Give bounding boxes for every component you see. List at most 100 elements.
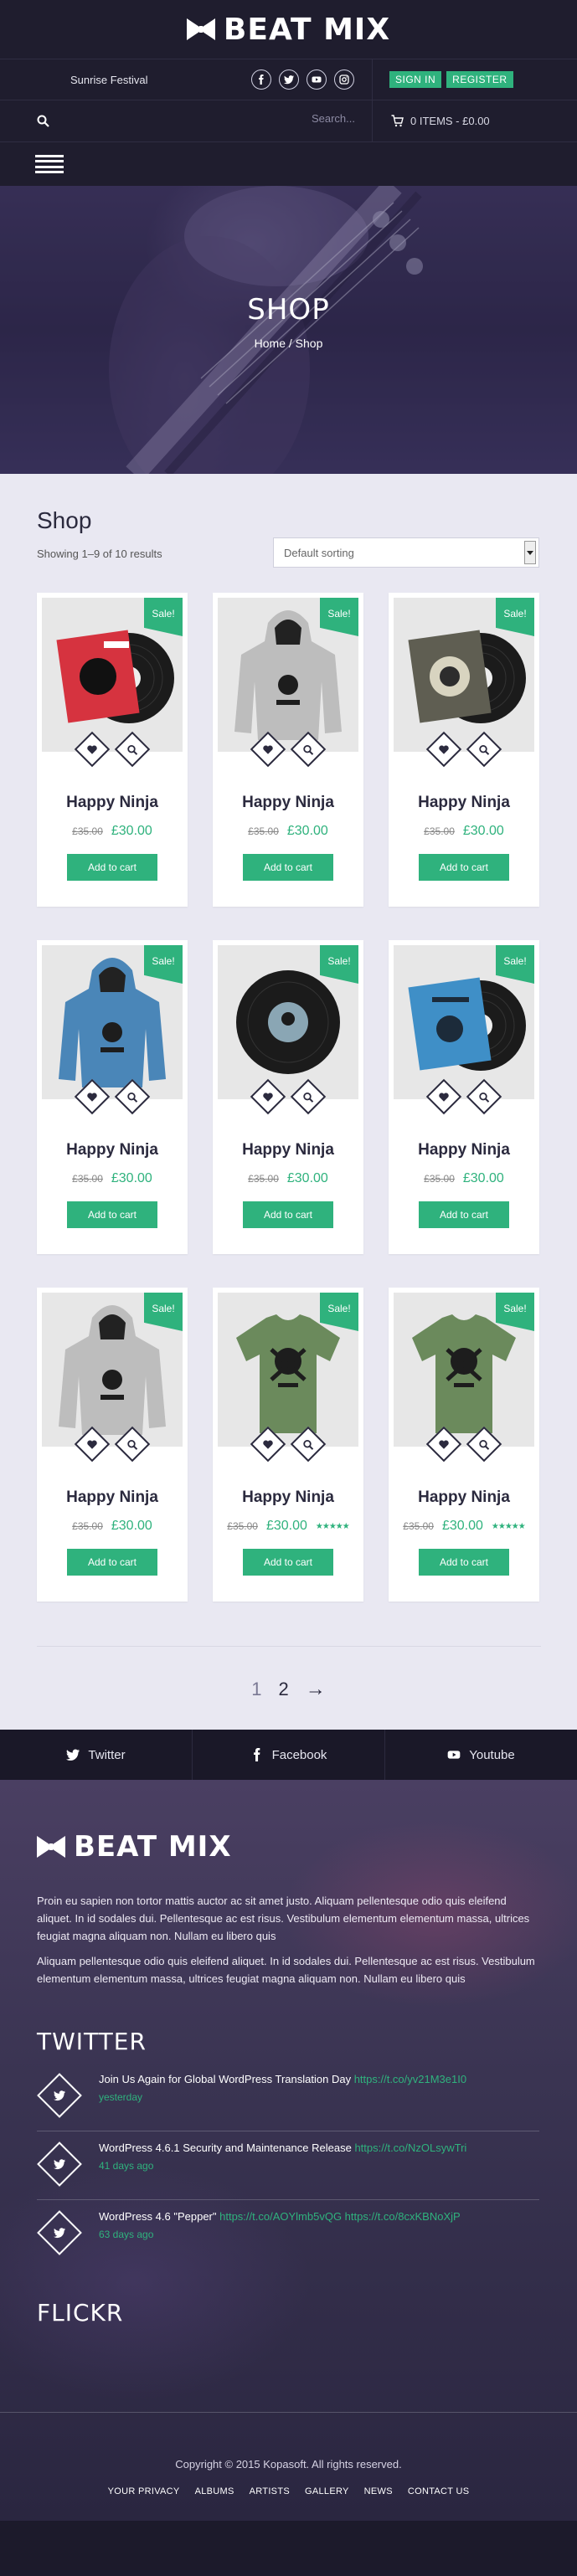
add-to-cart-button[interactable]: Add to cart [67, 1201, 157, 1228]
old-price: £35.00 [72, 1520, 103, 1532]
footer: BEAT MIX Proin eu sapien non tortor matt… [0, 1780, 577, 2521]
dropdown-arrow-icon[interactable] [524, 541, 536, 564]
tweet-link[interactable]: https://t.co/AOYlmb5vQG https://t.co/8cx… [219, 2210, 461, 2223]
tweet-link[interactable]: https://t.co/yv21M3e1I0 [354, 2073, 466, 2085]
cart-summary[interactable]: 0 ITEMS - £0.00 [391, 115, 490, 127]
search-area [0, 100, 373, 141]
add-to-cart-button[interactable]: Add to cart [419, 1201, 509, 1228]
tweet-link[interactable]: https://t.co/NzOLsywTri [354, 2142, 466, 2154]
sort-select[interactable]: Default sorting [273, 537, 539, 568]
tweet-time[interactable]: yesterday [99, 2091, 142, 2103]
product-card[interactable]: Sale! Happy Ninja £35.00 £30.00 Add to c… [213, 940, 363, 1254]
product-prices: £35.00 £30.00 ★★★★★ [213, 1519, 363, 1534]
breadcrumb[interactable]: Home / Shop [0, 337, 577, 350]
menu-bar [0, 142, 577, 186]
footer-nav-news[interactable]: NEWS [364, 2486, 393, 2496]
footer-nav-gallery[interactable]: GALLERY [305, 2486, 349, 2496]
flickr-heading: FLICKR [37, 2299, 124, 2327]
quick-view-search-icon[interactable] [466, 1078, 502, 1115]
product-name[interactable]: Happy Ninja [389, 1141, 539, 1159]
hamburger-menu-icon[interactable] [35, 155, 64, 173]
footer-nav-privacy[interactable]: YOUR PRIVACY [108, 2486, 180, 2496]
add-to-cart-button[interactable]: Add to cart [419, 1549, 509, 1576]
search-icon[interactable] [37, 115, 49, 127]
wishlist-heart-icon[interactable] [74, 1426, 111, 1463]
product-actions [37, 1078, 188, 1115]
quick-view-search-icon[interactable] [290, 731, 327, 768]
product-card[interactable]: Sale! Happy Ninja £35.00 £30.00 ★★★★★ Ad… [213, 1288, 363, 1602]
product-card[interactable]: Sale! Happy Ninja £35.00 £30.00 Add to c… [37, 1288, 188, 1602]
top-bar: Sunrise Festival SIGN IN REGISTER [0, 59, 577, 100]
add-to-cart-button[interactable]: Add to cart [243, 1549, 333, 1576]
product-name[interactable]: Happy Ninja [37, 1141, 188, 1159]
product-card[interactable]: Sale! Happy Ninja £35.00 £30.00 Add to c… [389, 593, 539, 907]
product-prices: £35.00 £30.00 [389, 824, 539, 839]
product-prices: £35.00 £30.00 [37, 1519, 188, 1534]
tweet-time[interactable]: 63 days ago [99, 2229, 153, 2240]
product-card[interactable]: Sale! Happy Ninja £35.00 £30.00 Add to c… [37, 940, 188, 1254]
page-2-link[interactable]: 2 [279, 1679, 289, 1700]
product-name[interactable]: Happy Ninja [37, 794, 188, 812]
quick-view-search-icon[interactable] [114, 731, 151, 768]
tweet-item: WordPress 4.6.1 Security and Maintenance… [37, 2135, 539, 2200]
product-name[interactable]: Happy Ninja [389, 1489, 539, 1507]
wishlist-heart-icon[interactable] [425, 731, 462, 768]
old-price: £35.00 [248, 825, 279, 837]
wishlist-heart-icon[interactable] [74, 731, 111, 768]
quick-view-search-icon[interactable] [466, 1426, 502, 1463]
sort-selected-value: Default sorting [284, 546, 354, 559]
footer-nav-albums[interactable]: ALBUMS [195, 2486, 234, 2496]
next-page-arrow-icon[interactable]: → [306, 1678, 326, 1701]
strip-facebook-link[interactable]: Facebook [193, 1730, 385, 1780]
youtube-icon[interactable] [307, 69, 327, 90]
tweet-time[interactable]: 41 days ago [99, 2160, 153, 2172]
product-name[interactable]: Happy Ninja [213, 1489, 363, 1507]
register-button[interactable]: REGISTER [446, 71, 513, 88]
add-to-cart-button[interactable]: Add to cart [67, 1549, 157, 1576]
wishlist-heart-icon[interactable] [250, 1078, 286, 1115]
quick-view-search-icon[interactable] [114, 1078, 151, 1115]
old-price: £35.00 [72, 825, 103, 837]
quick-view-search-icon[interactable] [290, 1078, 327, 1115]
facebook-icon[interactable] [251, 69, 271, 90]
wishlist-heart-icon[interactable] [74, 1078, 111, 1115]
strip-youtube-link[interactable]: Youtube [385, 1730, 577, 1780]
product-actions [213, 731, 363, 768]
footer-nav-contact[interactable]: CONTACT US [408, 2486, 470, 2496]
strip-twitter-link[interactable]: Twitter [0, 1730, 193, 1780]
wishlist-heart-icon[interactable] [250, 731, 286, 768]
wishlist-heart-icon[interactable] [425, 1078, 462, 1115]
product-name[interactable]: Happy Ninja [213, 794, 363, 812]
product-card[interactable]: Sale! Happy Ninja £35.00 £30.00 Add to c… [213, 593, 363, 907]
add-to-cart-button[interactable]: Add to cart [243, 1201, 333, 1228]
old-price: £35.00 [72, 1173, 103, 1185]
product-card[interactable]: Sale! Happy Ninja £35.00 £30.00 Add to c… [37, 593, 188, 907]
site-logo[interactable]: BEAT MIX [186, 12, 391, 47]
wishlist-heart-icon[interactable] [425, 1426, 462, 1463]
sale-price: £30.00 [265, 1519, 307, 1533]
quick-view-search-icon[interactable] [290, 1426, 327, 1463]
add-to-cart-button[interactable]: Add to cart [419, 854, 509, 881]
sign-in-button[interactable]: SIGN IN [389, 71, 442, 88]
twitter-icon[interactable] [279, 69, 299, 90]
wishlist-heart-icon[interactable] [250, 1426, 286, 1463]
quick-view-search-icon[interactable] [114, 1426, 151, 1463]
social-strip: Twitter Facebook Youtube [0, 1730, 577, 1780]
product-name[interactable]: Happy Ninja [213, 1141, 363, 1159]
product-actions [389, 731, 539, 768]
footer-nav-artists[interactable]: ARTISTS [250, 2486, 290, 2496]
product-name[interactable]: Happy Ninja [389, 794, 539, 812]
product-card[interactable]: Sale! Happy Ninja £35.00 £30.00 Add to c… [389, 940, 539, 1254]
logo-text: BEAT MIX [223, 12, 391, 47]
product-name[interactable]: Happy Ninja [37, 1489, 188, 1507]
add-to-cart-button[interactable]: Add to cart [243, 854, 333, 881]
instagram-icon[interactable] [334, 69, 354, 90]
footer-logo[interactable]: BEAT MIX [37, 1830, 232, 1864]
quick-view-search-icon[interactable] [466, 731, 502, 768]
add-to-cart-button[interactable]: Add to cart [67, 854, 157, 881]
sale-price: £30.00 [111, 1171, 152, 1185]
product-card[interactable]: Sale! Happy Ninja £35.00 £30.00 ★★★★★ Ad… [389, 1288, 539, 1602]
product-prices: £35.00 £30.00 [213, 1171, 363, 1186]
search-input[interactable] [229, 112, 355, 125]
product-actions [37, 1426, 188, 1463]
